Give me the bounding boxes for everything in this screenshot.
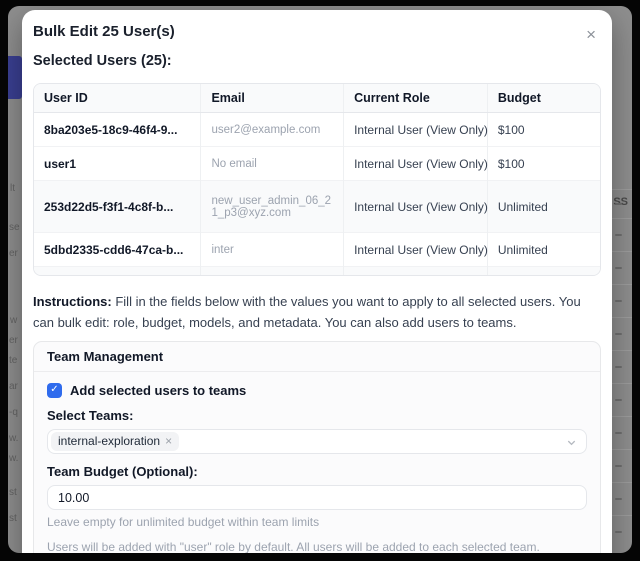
instructions-body: Fill in the fields below with the values… (33, 294, 581, 330)
table-header-row: User ID Email Current Role Budget (34, 84, 600, 113)
cell-user-id: 8ba203e5-18c9-46f4-9... (34, 113, 201, 147)
column-header-user-id: User ID (34, 84, 201, 113)
panel-footer-note: Users will be added with "user" role by … (47, 540, 587, 553)
cell-user-id (34, 267, 201, 277)
tag-remove-icon[interactable]: × (165, 434, 172, 449)
cell-current-role: Internal User (View Only) (344, 113, 488, 147)
cell-budget: Unlimited (487, 181, 600, 233)
cell-budget (487, 267, 600, 277)
column-header-budget: Budget (487, 84, 600, 113)
table-row: 5dbd2335-cdd6-47ca-b... inter Internal U… (34, 233, 600, 267)
add-users-checkbox-row[interactable]: Add selected users to teams (47, 382, 587, 398)
bulk-edit-modal: × Bulk Edit 25 User(s) Selected Users (2… (22, 10, 612, 553)
table-row: 253d22d5-f3f1-4c8f-b... new_user_admin_0… (34, 181, 600, 233)
background-selected-nav-item (8, 56, 22, 99)
background-cell-dash (615, 300, 622, 302)
cell-user-id: 253d22d5-f3f1-4c8f-b... (34, 181, 201, 233)
add-users-checkbox[interactable] (47, 383, 62, 398)
app-background-overlay: lt se er w er te ar -q w. w. st st SS × … (8, 6, 632, 553)
team-budget-label: Team Budget (Optional): (47, 464, 587, 479)
cell-budget: Unlimited (487, 233, 600, 267)
background-cell-dash (615, 498, 622, 500)
chevron-down-icon (566, 437, 577, 448)
background-text-fragment: se (9, 223, 20, 233)
close-icon[interactable]: × (586, 26, 596, 43)
select-teams-label: Select Teams: (47, 408, 587, 423)
background-text-fragment: w. (9, 454, 18, 464)
cell-current-role: Internal User (View Only) (344, 147, 488, 181)
background-cell-dash (615, 267, 622, 269)
background-cell-dash (615, 399, 622, 401)
team-tag-label: internal-exploration (58, 434, 160, 449)
background-text-fragment: er (9, 336, 18, 346)
cell-user-id: 5dbd2335-cdd6-47ca-b... (34, 233, 201, 267)
table-row: internal-user-ui-qa-06-28- (34, 267, 600, 277)
cell-email: inter (201, 233, 344, 267)
budget-helper-text: Leave empty for unlimited budget within … (47, 515, 587, 529)
cell-email: new_user_admin_06_21_p3@xyz.com (201, 181, 344, 233)
table-row: user1 No email Internal User (View Only)… (34, 147, 600, 181)
background-text-fragment: er (9, 249, 18, 259)
background-text-fragment: w (10, 316, 17, 326)
background-text-fragment: lt (10, 184, 15, 194)
cell-budget: $100 (487, 113, 600, 147)
column-header-current-role: Current Role (344, 84, 488, 113)
team-management-panel: Team Management Add selected users to te… (33, 341, 601, 553)
background-text-fragment: st (9, 514, 17, 524)
team-tag: internal-exploration × (51, 432, 179, 451)
cell-email: user2@example.com (201, 113, 344, 147)
add-users-checkbox-label: Add selected users to teams (70, 383, 246, 398)
cell-current-role: Internal User (View Only) (344, 181, 488, 233)
background-cell-dash (615, 366, 622, 368)
cell-current-role: Internal User (View Only) (344, 233, 488, 267)
background-text-fragment: st (9, 488, 17, 498)
background-cell-dash (615, 531, 622, 533)
background-text-fragment: w. (9, 434, 18, 444)
column-header-email: Email (201, 84, 344, 113)
background-cell-dash (615, 203, 622, 205)
background-column-header-fragment: SS (613, 196, 628, 208)
background-text-fragment: ar (9, 382, 18, 392)
instructions-label: Instructions: (33, 294, 112, 309)
background-text-fragment: -q (9, 408, 18, 418)
background-cell-dash (615, 333, 622, 335)
cell-budget: $100 (487, 147, 600, 181)
selected-users-heading: Selected Users (25): (33, 52, 601, 71)
instructions-text: Instructions: Fill in the fields below w… (33, 291, 601, 333)
cell-current-role (344, 267, 488, 277)
background-cell-dash (615, 432, 622, 434)
team-budget-input[interactable] (47, 485, 587, 510)
cell-user-id: user1 (34, 147, 201, 181)
team-management-title: Team Management (34, 342, 600, 372)
selected-users-table[interactable]: User ID Email Current Role Budget 8ba203… (33, 83, 601, 276)
cell-email: internal-user-ui-qa-06-28- (201, 267, 344, 277)
background-cell-dash (615, 465, 622, 467)
background-cell-dash (615, 234, 622, 236)
background-text-fragment: te (9, 356, 17, 366)
modal-title: Bulk Edit 25 User(s) (33, 22, 601, 41)
cell-email: No email (201, 147, 344, 181)
select-teams-control[interactable]: internal-exploration × (47, 429, 587, 454)
table-row: 8ba203e5-18c9-46f4-9... user2@example.co… (34, 113, 600, 147)
